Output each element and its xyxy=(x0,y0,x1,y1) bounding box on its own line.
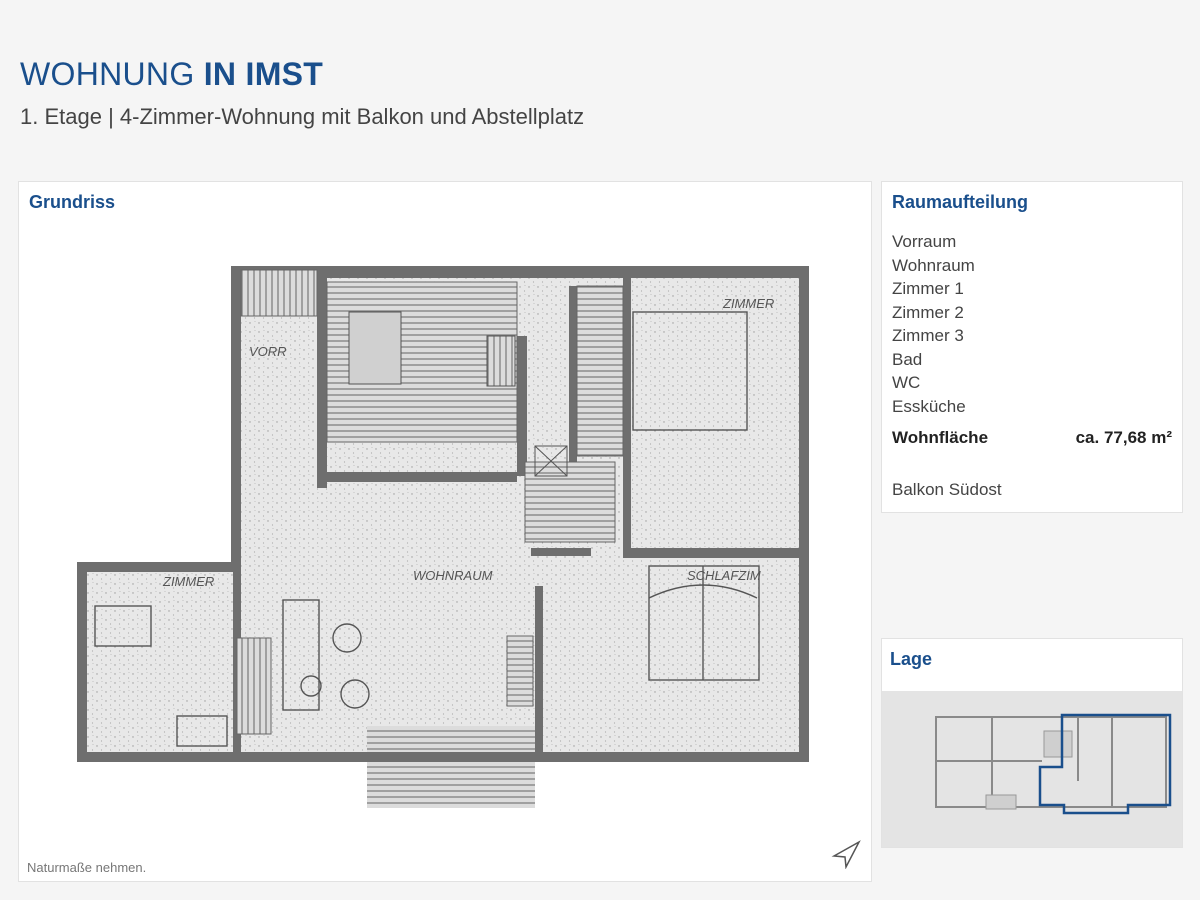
floor-plan-panel: Grundriss VORR ZIMMER ZIMMER WOHNRAUM SC… xyxy=(18,181,872,882)
north-arrow-icon xyxy=(831,840,861,869)
label-zimmer-top: ZIMMER xyxy=(722,296,774,311)
label-zimmer-left: ZIMMER xyxy=(162,574,214,589)
living-area-row: Wohnfläche ca. 77,68 m² xyxy=(892,428,1172,448)
room-item: Zimmer 2 xyxy=(892,302,964,322)
floor-plan-heading: Grundriss xyxy=(29,192,116,212)
floor-plan-image: VORR ZIMMER ZIMMER WOHNRAUM SCHLAFZIM xyxy=(77,266,809,808)
label-vorraum: VORR xyxy=(249,344,287,359)
room-item: Wohnraum xyxy=(892,255,975,275)
room-item: Zimmer 1 xyxy=(892,279,964,298)
measurement-note: Naturmaße nehmen. xyxy=(27,860,147,875)
room-item: Bad xyxy=(892,349,923,369)
balcony-info: Balkon Südost xyxy=(892,480,1002,499)
room-list-heading: Raumaufteilung xyxy=(892,192,1029,212)
location-heading: Lage xyxy=(890,649,933,669)
room-item: WC xyxy=(892,373,921,392)
title-light: WOHNUNG xyxy=(20,56,204,92)
living-area-label: Wohnfläche xyxy=(892,428,989,447)
page-title: WOHNUNG IN IMST xyxy=(20,56,323,93)
living-area-value: ca. 77,68 m² xyxy=(1075,428,1172,447)
room-list-panel: Raumaufteilung Vorraum Wohnraum Zimmer 1… xyxy=(881,181,1183,513)
page-subtitle: 1. Etage | 4-Zimmer-Wohnung mit Balkon u… xyxy=(20,104,585,129)
label-schlafzimmer: SCHLAFZIM xyxy=(687,568,761,583)
room-item: Essküche xyxy=(892,396,966,416)
label-wohnraum: WOHNRAUM xyxy=(413,568,493,583)
room-item: Vorraum xyxy=(892,232,957,251)
title-bold: IN IMST xyxy=(203,56,324,92)
location-panel: Lage xyxy=(881,638,1183,848)
room-item: Zimmer 3 xyxy=(892,326,964,345)
room-list: Vorraum Wohnraum Zimmer 1 Zimmer 2 Zimme… xyxy=(892,230,975,418)
location-plan-image xyxy=(882,691,1182,847)
